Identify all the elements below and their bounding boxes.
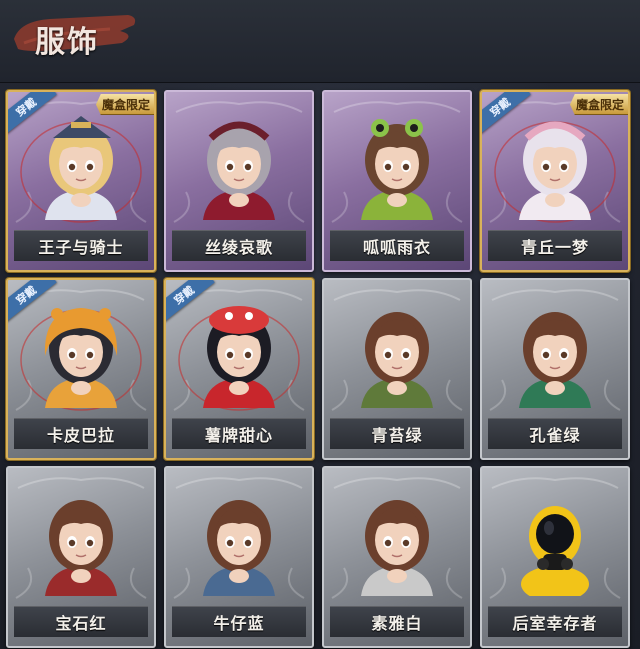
character-portrait: [361, 119, 433, 220]
character-portrait: [361, 312, 433, 408]
costume-grid: 穿戴 魔盒限定 王子与骑士 丝绫哀歌 呱呱雨衣 穿戴 魔盒限定 青丘一梦 穿戴 卡皮巴拉 穿戴 薯牌甜…: [6, 90, 630, 648]
page-title: 服饰: [35, 25, 99, 60]
character-portrait: [361, 500, 433, 596]
costume-name: 孔雀绿: [488, 418, 622, 449]
costume-card[interactable]: 穿戴 卡皮巴拉: [6, 278, 156, 460]
character-portrait: [519, 121, 591, 220]
costume-name: 王子与骑士: [14, 230, 148, 261]
costume-name: 素雅白: [330, 606, 464, 637]
costume-name: 青苔绿: [330, 418, 464, 449]
costume-card[interactable]: 牛仔蓝: [164, 466, 314, 648]
costume-card[interactable]: 素雅白: [322, 466, 472, 648]
costume-card[interactable]: 穿戴 魔盒限定 青丘一梦: [480, 90, 630, 272]
costume-card[interactable]: 宝石红: [6, 466, 156, 648]
costume-card[interactable]: 穿戴 魔盒限定 王子与骑士: [6, 90, 156, 272]
costume-card[interactable]: 穿戴 薯牌甜心: [164, 278, 314, 460]
costume-name: 丝绫哀歌: [172, 230, 306, 261]
costume-name: 后室幸存者: [488, 606, 622, 637]
costume-name: 呱呱雨衣: [330, 230, 464, 261]
costume-card[interactable]: 丝绫哀歌: [164, 90, 314, 272]
costume-name: 卡皮巴拉: [14, 418, 148, 449]
character-portrait: [203, 500, 275, 596]
costume-name: 青丘一梦: [488, 230, 622, 261]
costume-card[interactable]: 后室幸存者: [480, 466, 630, 648]
header: 服饰: [0, 0, 640, 83]
character-portrait: [45, 500, 117, 596]
character-portrait: [521, 506, 589, 596]
costume-card[interactable]: 青苔绿: [322, 278, 472, 460]
costume-name: 薯牌甜心: [172, 418, 306, 449]
character-portrait: [519, 312, 591, 408]
character-portrait: [44, 308, 118, 408]
character-portrait: [203, 306, 275, 408]
limited-edition-badge: 魔盒限定: [569, 94, 628, 115]
character-portrait: [45, 116, 117, 220]
costume-card[interactable]: 呱呱雨衣: [322, 90, 472, 272]
costume-name: 宝石红: [14, 606, 148, 637]
character-portrait: [203, 121, 275, 220]
costume-name: 牛仔蓝: [172, 606, 306, 637]
costume-card[interactable]: 孔雀绿: [480, 278, 630, 460]
limited-edition-badge: 魔盒限定: [95, 94, 154, 115]
title-banner: 服饰: [10, 9, 140, 60]
